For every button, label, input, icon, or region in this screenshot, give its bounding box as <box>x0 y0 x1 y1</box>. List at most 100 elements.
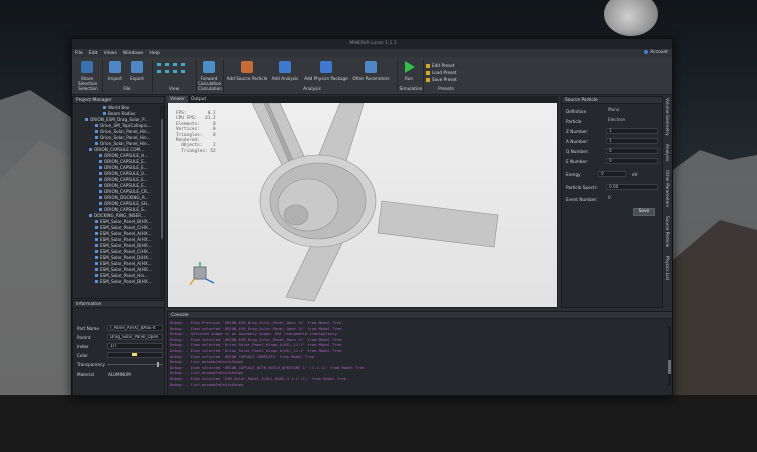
menu-views[interactable]: Views <box>101 51 120 56</box>
console-output: Debug: - Item Previous 'ORION_ESM_Drag_S… <box>170 320 665 395</box>
e-number-label: E Number: <box>566 159 589 164</box>
part-icon <box>99 208 102 211</box>
q-number-field[interactable]: 0 <box>606 148 658 154</box>
parent-label: Parent <box>77 335 91 340</box>
menu-help[interactable]: Help <box>146 51 162 56</box>
z-number-field[interactable]: 1 <box>606 128 658 134</box>
menu-file[interactable]: File <box>72 51 86 56</box>
tab-output[interactable]: Output <box>188 96 209 103</box>
index-field[interactable]: 1/7 <box>107 343 163 349</box>
scroll-thumb[interactable] <box>161 119 163 239</box>
add-physics-package-button[interactable]: Add Physics Package <box>303 61 349 81</box>
source-particle-panel: Source Particle Definition Mono Particle… <box>561 96 663 308</box>
transparency-slider[interactable] <box>107 362 163 367</box>
definition-select[interactable]: Mono <box>606 107 658 114</box>
console-line: Debug: - list_assembleUnitsShape <box>170 381 244 387</box>
part-icon <box>95 244 98 247</box>
tab-analysis[interactable]: Analysis <box>665 144 670 161</box>
part-icon <box>95 136 98 139</box>
3d-viewport[interactable]: FPS: 0.1 CPU FPS: 41.2 Elements: 0 Vertices… <box>168 103 557 307</box>
share-selection-button[interactable]: Share Selection <box>78 61 97 86</box>
tree-item[interactable]: ESM_Solar_Panel_B(HX... <box>73 279 159 285</box>
part-icon <box>99 184 102 187</box>
tab-physics-list[interactable]: Physics List <box>665 256 670 280</box>
console-scrollbar[interactable] <box>668 326 671 386</box>
part-icon <box>99 190 102 193</box>
part-name-field[interactable]: r_Panel_A(HX)_BASE-4 <box>107 325 163 331</box>
part-icon <box>95 220 98 223</box>
index-label: Index <box>77 344 89 349</box>
view-tools[interactable] <box>156 61 192 82</box>
forward-calculation-button[interactable]: Forward Calculation <box>198 61 221 86</box>
particle-spectr-field[interactable]: 0.00 <box>606 184 658 190</box>
a-number-label: A Number: <box>566 139 589 144</box>
save-button[interactable]: Save <box>633 208 655 216</box>
other-parameters-button[interactable]: Other Parameters <box>351 61 391 81</box>
part-icon <box>99 178 102 181</box>
tab-viewer[interactable]: Viewer <box>167 96 188 103</box>
energy-unit[interactable]: eV <box>632 172 637 177</box>
part-icon <box>99 172 102 175</box>
model-tree: World Box Beam Radius ORION_ESM_Drag_Solar… <box>73 105 159 298</box>
account-button[interactable]: Account <box>644 49 668 57</box>
project-manager-title: Project Manager <box>73 97 164 104</box>
a-number-field[interactable]: 1 <box>606 138 658 144</box>
particle-select[interactable]: Electron <box>606 117 658 124</box>
tab-volume-geometry[interactable]: Volume Geometry <box>665 98 670 136</box>
slider-handle[interactable] <box>157 362 159 367</box>
part-icon <box>95 142 98 145</box>
part-icon <box>95 130 98 133</box>
import-button[interactable]: Import <box>107 61 123 81</box>
export-button[interactable]: Export <box>129 61 145 81</box>
energy-field[interactable]: 0 <box>598 171 626 177</box>
color-swatch[interactable] <box>132 353 137 356</box>
save-preset-button[interactable]: Save Preset <box>426 77 457 82</box>
group-view: View <box>168 87 180 92</box>
viewer-panel: Viewer Output FPS: 0.1 CPU FPS: 41.2 Eleme… <box>167 96 558 308</box>
spacecraft-model <box>251 103 499 302</box>
menu-bar: File Edit Views Windows Help <box>72 49 672 57</box>
edit-preset-button[interactable]: Edit Preset <box>426 63 455 68</box>
color-label: Color <box>77 353 88 358</box>
z-number-label: Z Number: <box>566 129 589 134</box>
part-icon <box>89 148 92 151</box>
divider <box>152 60 153 93</box>
group-analysis: Analysis <box>303 87 321 92</box>
divider <box>102 60 103 93</box>
tab-source-particle[interactable]: Source Particle <box>665 216 670 247</box>
console-panel: Console Debug: - Item Previous 'ORION_ES… <box>167 311 672 395</box>
group-selection: Selection <box>78 87 98 92</box>
e-number-field[interactable]: 0 <box>606 158 658 164</box>
add-source-particle-button[interactable]: Add Source Particle <box>226 61 268 81</box>
part-icon <box>99 160 102 163</box>
add-analysis-button[interactable]: Add Analysis <box>270 61 300 81</box>
load-preset-button[interactable]: Load Preset <box>426 70 456 75</box>
run-button[interactable]: Run <box>399 61 419 81</box>
scroll-thumb[interactable] <box>668 360 671 374</box>
material-label: Material <box>77 372 95 377</box>
menu-windows[interactable]: Windows <box>120 51 147 56</box>
particle-spectr-label: Particle Spectr: <box>566 185 598 190</box>
menu-edit[interactable]: Edit <box>86 51 101 56</box>
particle-icon <box>241 61 253 73</box>
part-icon <box>103 112 106 115</box>
moon <box>604 0 658 36</box>
part-icon <box>95 226 98 229</box>
definition-label: Definition <box>566 109 587 114</box>
tab-other-parameters[interactable]: Other Parameters <box>665 170 670 207</box>
tree-scrollbar[interactable] <box>160 105 164 298</box>
information-title: Information <box>73 301 164 308</box>
part-icon <box>99 196 102 199</box>
play-icon <box>403 61 415 73</box>
project-manager-panel: Project Manager World Box Beam Radius ORIO… <box>72 96 165 299</box>
part-icon <box>95 238 98 241</box>
information-panel: Information Part Name r_Panel_A(HX)_BASE… <box>72 300 165 395</box>
transparency-label: Transparency <box>77 362 105 367</box>
part-icon <box>95 256 98 259</box>
app-window: MINERVA Lunar 1.1.1 File Edit Views Wind… <box>71 38 673 396</box>
part-icon <box>95 124 98 127</box>
color-field[interactable] <box>107 352 163 358</box>
event-number-field[interactable]: 0 <box>606 195 658 202</box>
console-title: Console <box>168 312 672 319</box>
parent-field[interactable]: Drag_Solar_Panel_Open <box>107 334 163 340</box>
